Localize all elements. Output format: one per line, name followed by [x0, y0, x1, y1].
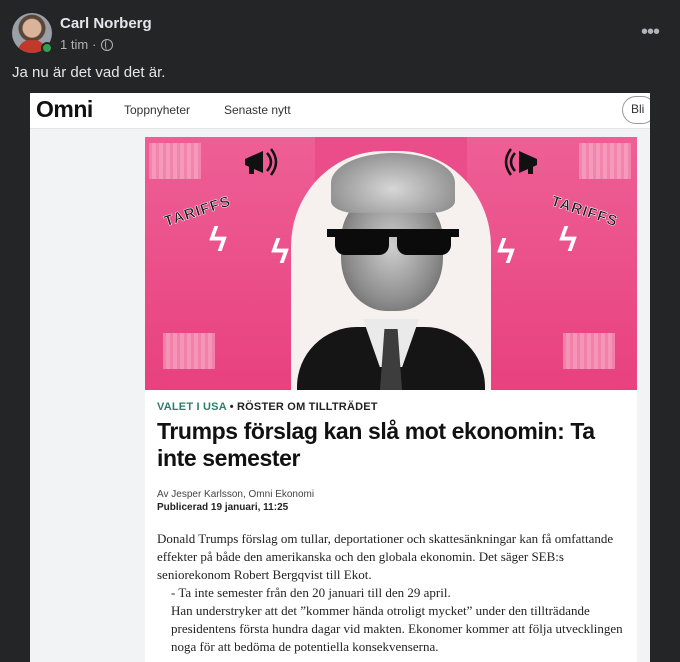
article-kicker: VALET I USA • RÖSTER OM TILLTRÄDET	[157, 401, 378, 413]
article-paragraph: Donald Trumps förslag om tullar, deporta…	[157, 531, 614, 582]
published-label: Publicerad	[157, 502, 209, 513]
post-header: Carl Norberg 1 tim · •••	[0, 0, 680, 60]
lightning-bolt-icon: ϟ	[271, 233, 289, 271]
lightning-bolt-icon: ϟ	[497, 233, 515, 271]
shipping-container	[163, 333, 215, 369]
megaphone-icon	[245, 148, 278, 176]
more-options-button[interactable]: •••	[636, 18, 664, 46]
hero-illustration: TARIFFS TARIFFS ϟ ϟ ϟ ϟ	[145, 137, 637, 390]
shipping-container	[579, 143, 631, 179]
article-byline: Av Jesper Karlsson, Omni Ekonomi	[157, 489, 315, 500]
published-date: 19 januari, 11:25	[210, 502, 289, 513]
nav-toppnyheter: Toppnyheter	[124, 103, 191, 117]
post-meta: 1 tim ·	[60, 37, 113, 52]
article-headline: Trumps förslag kan slå mot ekonomin: Ta …	[157, 418, 595, 471]
article-published: Publicerad 19 januari, 11:25	[157, 502, 288, 513]
megaphone-icon	[504, 148, 537, 176]
portrait-illustration	[291, 151, 491, 390]
omni-logo: Omni	[36, 96, 93, 122]
omni-navbar: Omni Toppnyheter Senaste nytt Bli	[30, 93, 650, 129]
globe-icon[interactable]	[100, 38, 113, 51]
nav-pill-button: Bli	[622, 96, 650, 124]
online-status-dot	[41, 42, 53, 54]
kicker-separator: •	[226, 401, 238, 413]
shipping-container	[563, 333, 615, 369]
lightning-bolt-icon: ϟ	[209, 221, 227, 259]
kicker-secondary: RÖSTER OM TILLTRÄDET	[237, 401, 378, 413]
article-paragraph: Han understryker att det ”kommer hända o…	[171, 603, 623, 654]
post-author[interactable]: Carl Norberg	[60, 15, 152, 32]
meta-separator: ·	[92, 37, 97, 52]
article-paragraph: - Ta inte semester från den 20 januari t…	[171, 585, 451, 600]
shipping-container	[149, 143, 201, 179]
nav-senaste-nytt: Senaste nytt	[224, 103, 291, 117]
shared-image[interactable]: Omni Toppnyheter Senaste nytt Bli TARIFF…	[30, 93, 650, 662]
kicker-primary: VALET I USA	[157, 401, 227, 413]
pixel-sunglasses	[327, 229, 459, 257]
article-card: TARIFFS TARIFFS ϟ ϟ ϟ ϟ VALET I USA • RÖ…	[145, 137, 637, 662]
post-text: Ja nu är det vad det är.	[12, 64, 166, 81]
post-time[interactable]: 1 tim	[60, 37, 88, 52]
article-body: Donald Trumps förslag om tullar, deporta…	[157, 530, 629, 656]
lightning-bolt-icon: ϟ	[559, 221, 577, 259]
